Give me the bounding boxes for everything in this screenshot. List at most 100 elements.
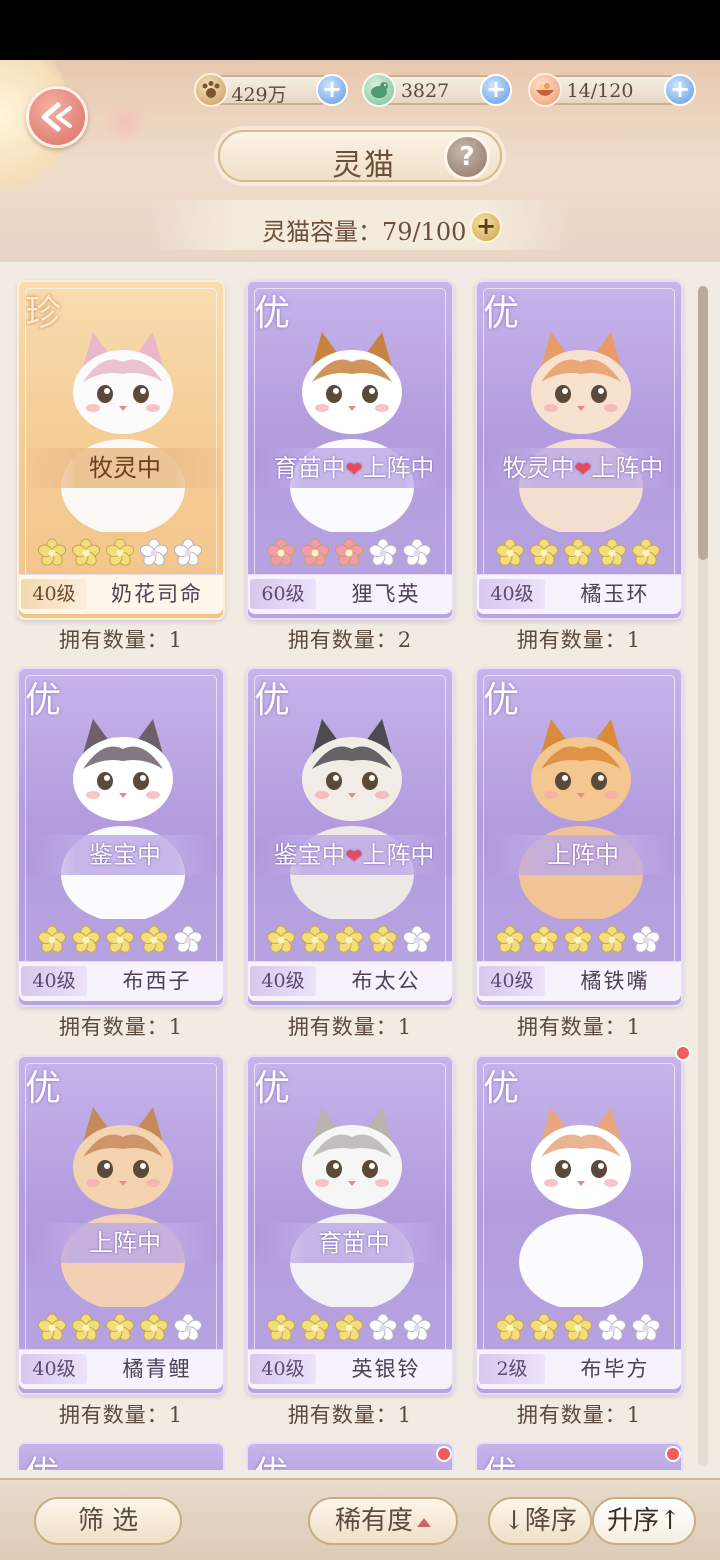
- flower-star-filled-icon: [105, 1313, 135, 1341]
- flower-star-filled-icon: [71, 925, 101, 953]
- rarity-sort-button[interactable]: 稀有度: [308, 1497, 458, 1545]
- card-info-bar: 60级 狸飞英: [248, 574, 452, 614]
- scrollbar-thumb[interactable]: [698, 286, 708, 560]
- descending-label: ↓降序: [503, 1506, 577, 1536]
- back-button[interactable]: [26, 86, 88, 148]
- status-text: 育苗中: [318, 1229, 390, 1257]
- status-banner: 牧灵中: [27, 448, 223, 488]
- cat-portrait-icon: [290, 332, 414, 535]
- flower-star-filled-icon: [334, 538, 364, 566]
- star-rating: [266, 538, 432, 568]
- rarity-badge: 优: [25, 680, 62, 721]
- level-badge: 40级: [250, 1354, 316, 1384]
- cat-portrait-icon: [519, 719, 643, 922]
- rarity-badge: 优: [25, 1446, 59, 1470]
- notification-dot: [675, 1045, 691, 1061]
- cat-card[interactable]: 优上阵中 40级 橘青鲤: [17, 1055, 225, 1395]
- status-text: 上阵中: [89, 1229, 161, 1257]
- help-button[interactable]: ?: [444, 134, 490, 180]
- add-paw-coin-button[interactable]: +: [316, 74, 348, 106]
- cat-card-partial[interactable]: 优: [475, 1442, 683, 1470]
- card-frame: 优牧灵中❤上阵中 40级 橘玉环: [475, 280, 683, 620]
- descending-button[interactable]: ↓降序: [488, 1497, 592, 1545]
- cat-card[interactable]: 优鉴宝中 40级 布西子: [17, 667, 225, 1007]
- cat-card[interactable]: 优牧灵中❤上阵中 40级 橘玉环: [475, 280, 683, 620]
- cat-card[interactable]: 优育苗中 40级 英银铃: [246, 1055, 454, 1395]
- cat-portrait-icon: [61, 1107, 185, 1310]
- expand-capacity-button[interactable]: +: [470, 211, 502, 243]
- status-banner: 牧灵中❤上阵中: [485, 448, 681, 488]
- flower-star-filled-icon: [529, 1313, 559, 1341]
- level-badge: 2级: [479, 1354, 545, 1384]
- flower-star-filled-icon: [597, 925, 627, 953]
- card-info-bar: 40级 奶花司命: [19, 574, 223, 614]
- question-icon: ?: [459, 142, 475, 172]
- cat-name: 布毕方: [580, 1357, 650, 1381]
- status-banner: 上阵中: [27, 1223, 223, 1263]
- star-rating: [37, 538, 203, 568]
- resource-paw-coin: 429万 +: [194, 73, 348, 107]
- flower-star-filled-icon: [71, 1313, 101, 1341]
- paw-coin-value: 429万: [231, 84, 287, 106]
- filter-button[interactable]: 筛 选: [34, 1497, 182, 1545]
- add-jade-bird-button[interactable]: +: [480, 74, 512, 106]
- cat-name: 狸飞英: [351, 582, 421, 606]
- cat-portrait: [272, 322, 432, 535]
- status-banner: 育苗中❤上阵中: [256, 448, 452, 488]
- flower-star-filled-icon: [105, 925, 135, 953]
- status-text: 鉴宝中: [89, 841, 161, 869]
- capacity-label: 灵猫容量：79/100: [262, 218, 467, 246]
- rarity-badge: 优: [483, 680, 520, 721]
- star-rating: [495, 538, 661, 568]
- heart-icon: ❤: [574, 457, 592, 481]
- flower-star-empty-icon: [368, 538, 398, 566]
- rarity-badge: 优: [483, 1446, 517, 1470]
- card-info-bar: 40级 英银铃: [248, 1349, 452, 1389]
- flower-star-empty-icon: [173, 925, 203, 953]
- flower-star-filled-icon: [334, 925, 364, 953]
- cat-name: 布太公: [351, 969, 421, 993]
- cat-card[interactable]: 优育苗中❤上阵中 60级 狸飞英: [246, 280, 454, 620]
- cat-portrait-icon: [61, 719, 185, 922]
- cat-name: 橘铁嘴: [580, 969, 650, 993]
- cat-name: 布西子: [122, 969, 192, 993]
- cat-card[interactable]: 优上阵中 40级 橘铁嘴: [475, 667, 683, 1007]
- status-text: 牧灵中: [502, 454, 575, 482]
- status-text: 牧灵中: [89, 454, 161, 482]
- flower-star-empty-icon: [173, 1313, 203, 1341]
- card-frame: 优鉴宝中❤上阵中 40级 布太公: [246, 667, 454, 1007]
- flower-star-filled-icon: [368, 925, 398, 953]
- flower-star-filled-icon: [563, 1313, 593, 1341]
- owned-count: 拥有数量：1: [516, 1403, 642, 1427]
- owned-count: 拥有数量：1: [287, 1015, 413, 1039]
- cat-card[interactable]: 珍牧灵中 40级 奶花司命: [17, 280, 225, 620]
- owned-count: 拥有数量：1: [516, 628, 642, 652]
- cat-portrait-icon: [290, 1107, 414, 1310]
- flower-star-filled-icon: [563, 538, 593, 566]
- blossom-decoration: [100, 104, 150, 140]
- flower-star-filled-icon: [334, 1313, 364, 1341]
- cat-name: 奶花司命: [111, 582, 203, 606]
- level-badge: 40级: [21, 579, 87, 609]
- cat-card-partial[interactable]: 优: [17, 1442, 225, 1470]
- food-bowl-value: 14/120: [566, 80, 634, 102]
- heart-icon: ❤: [345, 457, 363, 481]
- status-banner: 鉴宝中❤上阵中: [256, 835, 452, 875]
- add-food-button[interactable]: +: [664, 74, 696, 106]
- cat-card-partial[interactable]: 优: [246, 1442, 454, 1470]
- flower-star-filled-icon: [495, 1313, 525, 1341]
- ascending-button[interactable]: 升序↑: [592, 1497, 696, 1545]
- flower-star-filled-icon: [37, 538, 67, 566]
- flower-star-filled-icon: [529, 925, 559, 953]
- cat-portrait: [501, 1097, 661, 1310]
- flower-star-filled-icon: [266, 925, 296, 953]
- owned-count: 拥有数量：1: [58, 1403, 184, 1427]
- flower-star-filled-icon: [529, 538, 559, 566]
- flower-star-empty-icon: [368, 1313, 398, 1341]
- flower-star-empty-icon: [402, 538, 432, 566]
- status-banner: 育苗中: [256, 1223, 452, 1263]
- flower-star-filled-icon: [495, 925, 525, 953]
- cat-card[interactable]: 优鉴宝中❤上阵中 40级 布太公: [246, 667, 454, 1007]
- cat-card[interactable]: 优 2级 布毕方: [475, 1055, 683, 1395]
- rarity-badge: 优: [25, 1068, 62, 1109]
